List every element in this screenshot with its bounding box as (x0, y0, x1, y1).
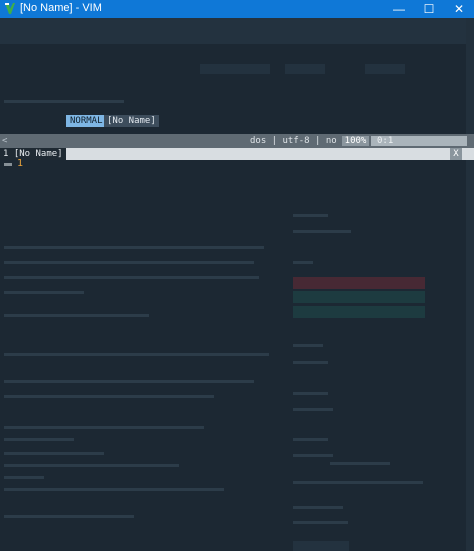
window-title-bar[interactable]: [No Name] - VIM — ☐ ✕ (0, 0, 474, 18)
tab-close-button[interactable]: X (450, 148, 462, 160)
status-left-marker: < (2, 136, 8, 146)
scroll-percent: 100% (342, 136, 369, 146)
mode-indicator: NORMAL (66, 115, 107, 127)
tab-no-name[interactable]: 1 [No Name] (0, 148, 66, 160)
close-button[interactable]: ✕ (444, 0, 474, 18)
status-line: < dos | utf-8 | no ft 100% 0:1 (0, 134, 474, 148)
line-number: 1 (17, 158, 24, 169)
window-title: [No Name] - VIM (20, 2, 102, 14)
buffer-name-label: [No Name] (104, 115, 159, 127)
cursor-position: 0:1 (371, 136, 467, 146)
vertical-scrollbar[interactable] (466, 18, 474, 551)
tab-line: 1 [No Name] X (0, 148, 474, 160)
maximize-button[interactable]: ☐ (414, 0, 444, 18)
text-cursor (4, 163, 12, 166)
minimize-button[interactable]: — (384, 0, 414, 18)
background-page-ghost (0, 18, 474, 551)
vim-app-icon (5, 3, 15, 14)
file-info: dos | utf-8 | no ft (250, 136, 353, 146)
